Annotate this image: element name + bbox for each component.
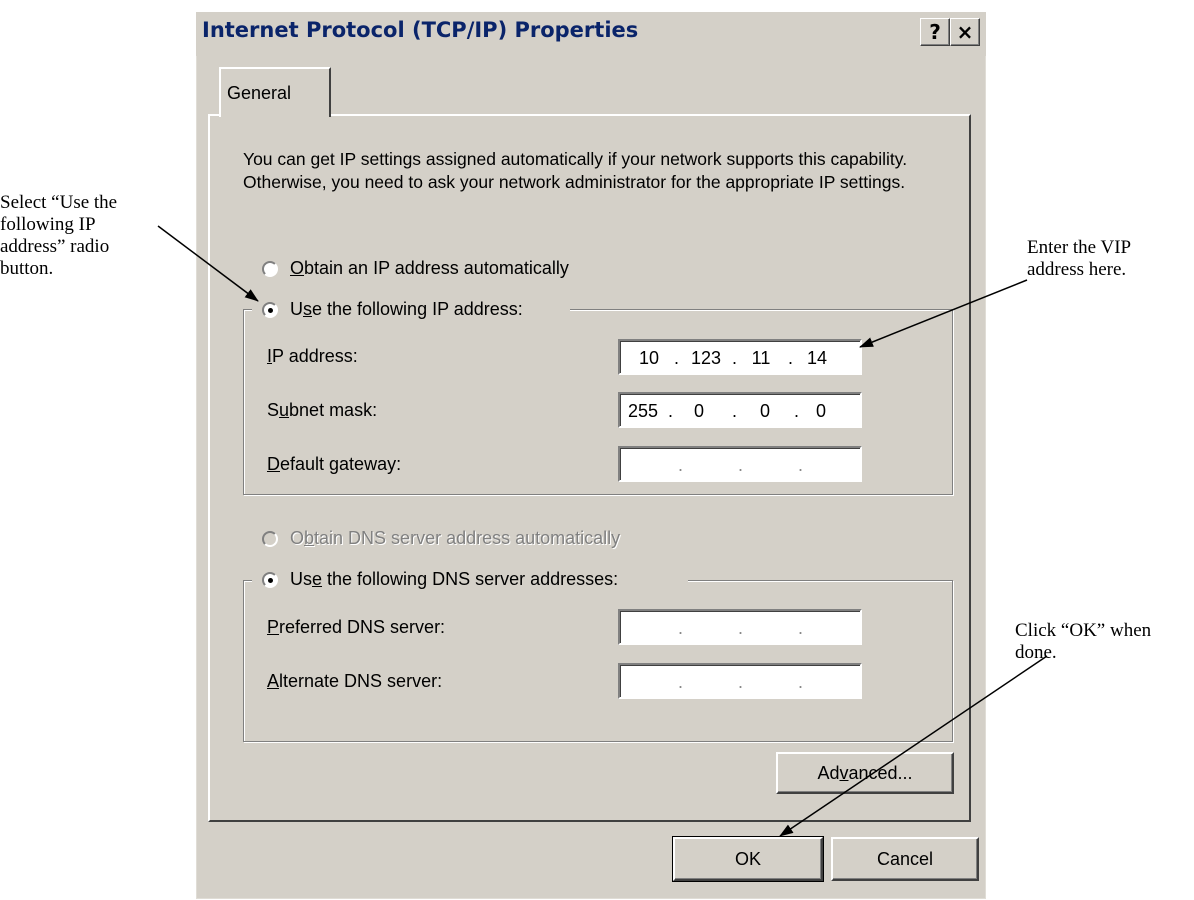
tab-general-label: General xyxy=(227,83,292,103)
mask-dot: . xyxy=(794,401,800,421)
radio-selected-dot xyxy=(268,578,273,583)
label-use-following-dns: Use the following DNS server addresses: xyxy=(290,569,619,589)
label-use-following-ip: Use the following IP address: xyxy=(290,299,523,319)
mask-dot: . xyxy=(668,401,674,421)
radio-obtain-dns-automatically[interactable] xyxy=(262,531,278,547)
label-preferred-dns: Preferred DNS server: xyxy=(267,617,446,637)
close-button[interactable]: × xyxy=(950,18,980,46)
ip-dot: . xyxy=(788,348,794,368)
mask-octet-3[interactable]: 0 xyxy=(744,401,786,422)
label-alternate-dns: Alternate DNS server: xyxy=(267,671,443,691)
dialog-title: Internet Protocol (TCP/IP) Properties xyxy=(202,18,639,42)
dns-dot: . xyxy=(738,672,744,692)
dns-dot: . xyxy=(738,618,744,638)
radio-selected-dot xyxy=(268,308,273,313)
cancel-button[interactable]: Cancel xyxy=(831,837,979,881)
dns-dot: . xyxy=(678,618,684,638)
ip-octet-2[interactable]: 123 xyxy=(685,348,727,369)
label-ip-address: IP address: xyxy=(267,346,358,366)
advanced-button[interactable]: Advanced... xyxy=(776,752,954,794)
label-default-gateway: Default gateway: xyxy=(267,454,402,474)
callout-enter-vip: Enter the VIP address here. xyxy=(1027,237,1132,280)
label-obtain-dns-automatically: Obtain DNS server address automatically xyxy=(290,528,621,548)
label-obtain-ip-automatically: Obtain an IP address automatically xyxy=(290,258,569,278)
ip-dot: . xyxy=(674,348,680,368)
dns-dot: . xyxy=(798,618,804,638)
callout-select-radio: Select “Use the following IP address” ra… xyxy=(0,192,118,279)
mask-dot: . xyxy=(732,401,738,421)
label-subnet-mask: Subnet mask: xyxy=(267,400,378,420)
dns-dot: . xyxy=(678,672,684,692)
tab-general[interactable]: General xyxy=(219,67,331,117)
gateway-dot: . xyxy=(738,455,744,475)
description-text: You can get IP settings assigned automat… xyxy=(243,149,908,192)
gateway-dot: . xyxy=(798,455,804,475)
mask-octet-4[interactable]: 0 xyxy=(800,401,842,422)
help-button[interactable]: ? xyxy=(920,18,950,46)
gateway-dot: . xyxy=(678,455,684,475)
ok-button[interactable]: OK xyxy=(672,836,824,882)
ip-octet-3[interactable]: 11 xyxy=(740,348,782,369)
default-gateway-field[interactable]: . . . xyxy=(618,446,862,482)
title-bar: Internet Protocol (TCP/IP) Properties ? … xyxy=(196,12,986,56)
ip-dot: . xyxy=(732,348,738,368)
mask-octet-2[interactable]: 0 xyxy=(678,401,720,422)
dns-dot: . xyxy=(798,672,804,692)
mask-octet-1[interactable]: 255 xyxy=(622,401,664,422)
subnet-mask-field[interactable]: 255 . 0 . 0 . 0 xyxy=(618,392,862,428)
radio-obtain-ip-automatically[interactable] xyxy=(262,261,278,277)
radio-use-following-dns[interactable] xyxy=(262,572,278,588)
ip-octet-1[interactable]: 10 xyxy=(628,348,670,369)
radio-use-following-ip[interactable] xyxy=(262,302,278,318)
preferred-dns-field[interactable]: . . . xyxy=(618,609,862,645)
alternate-dns-field[interactable]: . . . xyxy=(618,663,862,699)
callout-click-ok: Click “OK” when done. xyxy=(1015,620,1152,663)
ip-address-field[interactable]: 10 . 123 . 11 . 14 xyxy=(618,339,862,375)
ip-octet-4[interactable]: 14 xyxy=(796,348,838,369)
dns-server-group xyxy=(243,580,953,742)
